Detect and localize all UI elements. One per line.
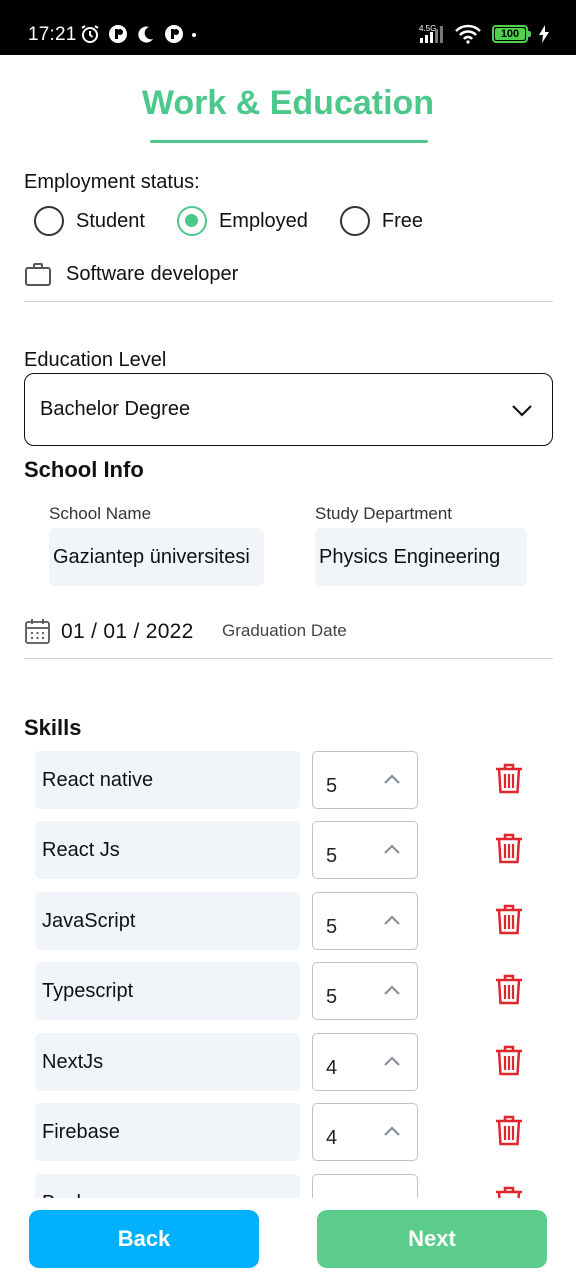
skill-name-input[interactable]: Backe... bbox=[35, 1174, 300, 1198]
skill-name-input[interactable]: JavaScript bbox=[35, 892, 300, 950]
skill-level-value: 5 bbox=[326, 845, 338, 867]
skill-level-select[interactable]: 5 bbox=[312, 821, 418, 879]
skill-level-value: 4 bbox=[326, 1127, 338, 1149]
graduation-date-value[interactable]: 01 / 01 / 2022 bbox=[61, 620, 194, 644]
radio-employed[interactable]: Employed bbox=[176, 206, 308, 236]
chevron-up-icon bbox=[384, 985, 400, 995]
education-level-value: Bachelor Degree bbox=[40, 398, 191, 420]
skill-name-input[interactable]: Typescript bbox=[35, 962, 300, 1020]
radio-free-circle[interactable] bbox=[339, 206, 370, 236]
back-button[interactable]: Back bbox=[29, 1210, 259, 1268]
skill-row: Typescript 5 bbox=[0, 961, 576, 1021]
chevron-up-icon bbox=[384, 1126, 400, 1136]
job-title-field[interactable]: Software developer bbox=[24, 258, 553, 302]
radio-free-label: Free bbox=[381, 209, 424, 232]
next-button[interactable]: Next bbox=[317, 1210, 547, 1268]
chevron-up-icon bbox=[384, 774, 400, 784]
battery-level: 100 bbox=[500, 28, 520, 40]
school-name-label: School Name bbox=[49, 504, 152, 523]
radio-student-circle[interactable] bbox=[34, 206, 64, 236]
skill-level-value: 4 bbox=[326, 1057, 338, 1079]
trash-icon[interactable] bbox=[495, 833, 523, 864]
chevron-up-icon bbox=[384, 1056, 400, 1066]
skill-name-input[interactable]: Firebase bbox=[35, 1103, 300, 1161]
skill-row: React Js 5 bbox=[0, 820, 576, 880]
skill-name-input[interactable]: React native bbox=[35, 751, 300, 809]
wifi-icon bbox=[455, 24, 481, 44]
app-notification-icon-2 bbox=[165, 25, 183, 43]
trash-icon[interactable] bbox=[495, 1186, 523, 1198]
skill-level-select[interactable]: 4 bbox=[312, 1033, 418, 1091]
calendar-icon bbox=[25, 619, 50, 644]
skill-level-select[interactable] bbox=[312, 1174, 418, 1198]
skill-level-value: 5 bbox=[326, 916, 338, 938]
status-bar: 17:21 4.5G 100 bbox=[0, 0, 576, 55]
skill-level-select[interactable]: 4 bbox=[312, 1103, 418, 1161]
skill-row: React native 5 bbox=[0, 750, 576, 810]
job-title-value[interactable]: Software developer bbox=[66, 263, 238, 286]
charging-bolt-icon bbox=[539, 25, 549, 43]
skill-row: Firebase 4 bbox=[0, 1102, 576, 1162]
battery-icon: 100 bbox=[492, 25, 531, 43]
status-time: 17:21 bbox=[28, 24, 77, 45]
alarm-icon bbox=[81, 25, 99, 43]
radio-employed-circle[interactable] bbox=[176, 206, 207, 236]
employment-radio-group: Student Employed Free bbox=[34, 206, 455, 236]
status-system-icons: 100 bbox=[418, 24, 550, 44]
employment-status-label: Employment status: bbox=[24, 171, 200, 193]
trash-icon[interactable] bbox=[495, 1045, 523, 1076]
status-notification-icons bbox=[80, 24, 184, 44]
skill-level-value: 5 bbox=[326, 775, 338, 797]
skill-name-input[interactable]: NextJs bbox=[35, 1033, 300, 1091]
radio-student-label: Student bbox=[76, 209, 145, 232]
skill-row: Backe... bbox=[0, 1173, 576, 1198]
chevron-up-icon bbox=[384, 844, 400, 854]
signal-strength-icon bbox=[420, 26, 443, 43]
skill-level-value: 5 bbox=[326, 986, 338, 1008]
study-department-input[interactable]: Physics Engineering bbox=[315, 528, 527, 586]
app-notification-icon bbox=[109, 25, 127, 43]
chevron-down-icon bbox=[512, 405, 532, 417]
skill-level-select[interactable]: 5 bbox=[312, 751, 418, 809]
radio-free[interactable]: Free bbox=[339, 206, 424, 236]
briefcase-icon bbox=[25, 263, 51, 286]
do-not-disturb-moon-icon bbox=[138, 26, 153, 43]
study-department-label: Study Department bbox=[315, 504, 453, 523]
education-level-select[interactable]: Bachelor Degree bbox=[24, 373, 553, 446]
graduation-date-label: Graduation Date bbox=[222, 621, 347, 640]
title-underline bbox=[150, 140, 428, 143]
page-title: Work & Education bbox=[141, 84, 435, 122]
skills-title: Skills bbox=[24, 715, 82, 740]
status-more-dot bbox=[192, 33, 196, 37]
skill-name-input[interactable]: React Js bbox=[35, 821, 300, 879]
trash-icon[interactable] bbox=[495, 904, 523, 935]
trash-icon[interactable] bbox=[495, 974, 523, 1005]
chevron-up-icon bbox=[384, 915, 400, 925]
school-info-title: School Info bbox=[24, 457, 144, 482]
trash-icon[interactable] bbox=[495, 763, 523, 794]
skill-level-select[interactable]: 5 bbox=[312, 892, 418, 950]
radio-employed-label: Employed bbox=[218, 209, 308, 232]
skill-level-select[interactable]: 5 bbox=[312, 962, 418, 1020]
education-level-label: Education Level bbox=[24, 349, 167, 371]
skills-list: React native 5 React Js 5 JavaScript 5 T… bbox=[0, 750, 576, 1198]
trash-icon[interactable] bbox=[495, 1115, 523, 1146]
skill-row: JavaScript 5 bbox=[0, 891, 576, 951]
radio-student[interactable]: Student bbox=[34, 206, 145, 236]
graduation-date-field[interactable]: 01 / 01 / 2022 Graduation Date bbox=[24, 616, 553, 659]
school-name-input[interactable]: Gaziantep üniversitesi bbox=[49, 528, 264, 586]
skill-row: NextJs 4 bbox=[0, 1032, 576, 1092]
